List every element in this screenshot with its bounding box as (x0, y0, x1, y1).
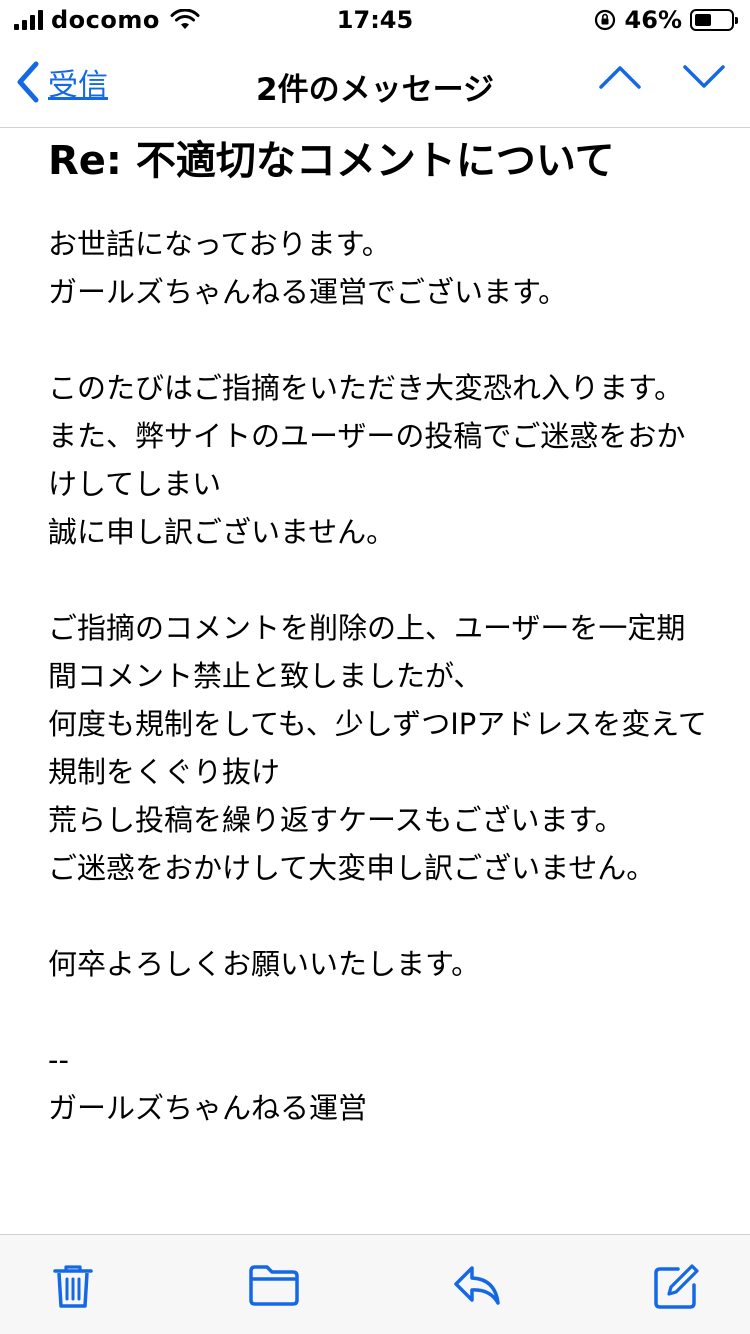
chevron-up-icon[interactable] (598, 62, 642, 92)
bottom-toolbar (0, 1234, 750, 1334)
battery-fill (695, 14, 711, 26)
message-content[interactable]: Re: 不適切なコメントについて お世話になっております。 ガールズちゃんねる運… (0, 128, 750, 1234)
orientation-lock-icon (594, 9, 615, 31)
message-subject: Re: 不適切なコメントについて (48, 138, 615, 184)
navigation-bar: 受信 2件のメッセージ (0, 48, 750, 128)
message-navigation (598, 62, 726, 92)
battery-icon (690, 9, 738, 31)
battery-percent: 46% (624, 6, 682, 34)
message-body: お世話になっております。 ガールズちゃんねる運営でございます。 このたびはご指摘… (48, 227, 707, 1125)
trash-icon[interactable] (52, 1263, 94, 1309)
status-right: 46% (593, 6, 738, 34)
reply-icon[interactable] (452, 1263, 502, 1307)
folder-icon[interactable] (248, 1263, 300, 1307)
status-bar: docomo 17:45 46% (0, 0, 750, 40)
chevron-down-icon[interactable] (682, 62, 726, 92)
compose-icon[interactable] (652, 1263, 700, 1311)
